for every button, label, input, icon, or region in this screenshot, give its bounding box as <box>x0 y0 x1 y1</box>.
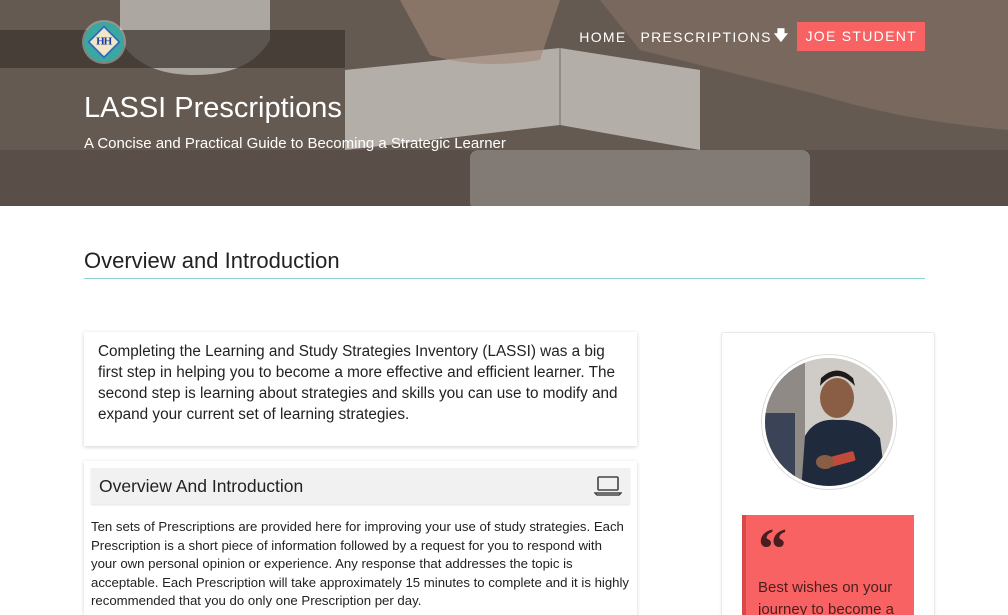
nav-user-button[interactable]: JOE STUDENT <box>797 22 925 51</box>
section-heading: Overview and Introduction <box>84 248 925 279</box>
overview-card-header[interactable]: Overview And Introduction <box>91 468 630 504</box>
quote-box: “ Best wishes on your journey to become … <box>742 515 914 615</box>
logo-text: HH <box>96 36 112 48</box>
student-photo-image <box>765 358 893 486</box>
overview-card: Overview And Introduction Ten sets of Pr… <box>84 461 637 615</box>
nav-prescriptions-label: PRESCRIPTIONS <box>640 28 772 45</box>
page-subtitle: A Concise and Practical Guide to Becomin… <box>84 135 506 152</box>
overview-card-title: Overview And Introduction <box>99 475 304 496</box>
main-nav: HOME PRESCRIPTIONS 🡇 JOE STUDENT <box>565 22 925 51</box>
intro-text: Completing the Learning and Study Strate… <box>98 343 618 423</box>
hero-banner: HH HOME PRESCRIPTIONS 🡇 JOE STUDENT LASS… <box>0 0 1008 206</box>
page-title: LASSI Prescriptions <box>84 92 342 124</box>
site-logo[interactable]: HH <box>84 22 124 62</box>
nav-prescriptions-link[interactable]: PRESCRIPTIONS 🡇 <box>641 25 790 49</box>
nav-home-label: HOME <box>579 28 627 45</box>
sidebar-card: “ Best wishes on your journey to become … <box>721 332 935 615</box>
nav-user-label: JOE STUDENT <box>805 28 917 44</box>
student-photo <box>762 355 896 489</box>
logo-emblem: HH <box>87 25 121 59</box>
arrow-down-icon: 🡇 <box>773 26 790 43</box>
nav-home-link[interactable]: HOME <box>579 29 626 45</box>
quote-text: Best wishes on your journey to become a <box>758 579 894 615</box>
overview-card-body: Ten sets of Prescriptions are provided h… <box>91 519 630 609</box>
quote-icon: “ <box>758 516 787 581</box>
laptop-icon <box>594 476 622 496</box>
intro-card: Completing the Learning and Study Strate… <box>84 332 637 446</box>
